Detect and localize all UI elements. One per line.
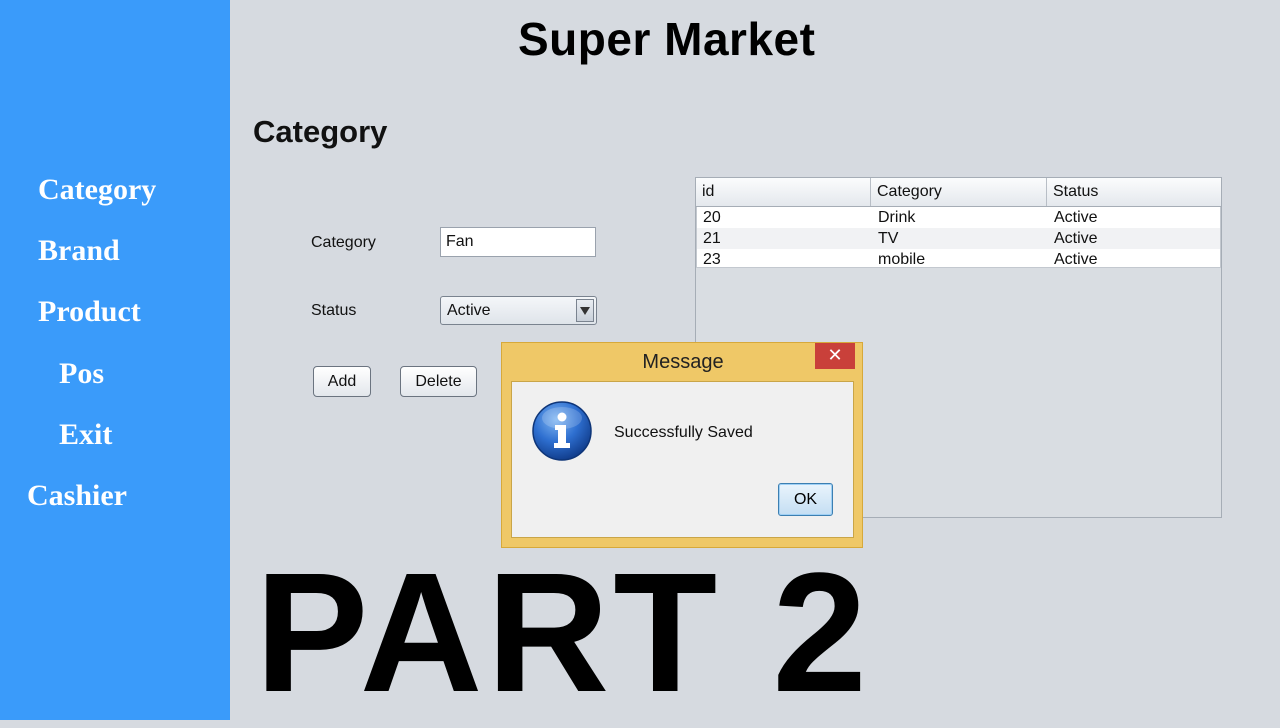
cell-status: Active <box>1054 251 1098 268</box>
cell-id: 23 <box>703 251 721 268</box>
status-select[interactable]: Active <box>440 296 597 325</box>
cell-status: Active <box>1054 230 1098 247</box>
dialog-message: Successfully Saved <box>614 424 753 441</box>
info-icon <box>532 401 592 461</box>
status-select-value: Active <box>447 302 491 319</box>
cell-id: 20 <box>703 209 721 226</box>
app-title: Super Market <box>518 13 816 65</box>
ok-button[interactable]: OK <box>778 483 833 516</box>
column-header-category[interactable]: Category <box>871 178 1047 206</box>
category-input[interactable] <box>440 227 596 257</box>
chevron-down-icon[interactable] <box>576 299 594 322</box>
page-title: Category <box>253 114 388 149</box>
cell-category: TV <box>878 230 899 247</box>
sidebar-item-product[interactable]: Product <box>38 294 141 330</box>
sidebar-item-category[interactable]: Category <box>38 172 156 208</box>
add-button[interactable]: Add <box>313 366 371 397</box>
dialog-title: Message <box>642 351 724 373</box>
sidebar-item-exit[interactable]: Exit <box>59 417 112 453</box>
status-label: Status <box>311 302 357 319</box>
table-header: id Category Status <box>696 178 1221 207</box>
column-header-id[interactable]: id <box>696 178 871 206</box>
cell-status: Active <box>1054 209 1098 226</box>
category-label: Category <box>311 234 376 251</box>
close-icon[interactable]: ✕ <box>815 343 855 369</box>
dialog-body: Successfully Saved OK <box>511 381 854 538</box>
table-row[interactable]: 21 TV Active <box>697 228 1220 249</box>
sidebar: Category Brand Product Pos Exit Cashier <box>0 0 230 720</box>
delete-button[interactable]: Delete <box>400 366 477 397</box>
table-body: 20 Drink Active 21 TV Active 23 mobile A… <box>696 207 1221 268</box>
table-row[interactable]: 20 Drink Active <box>697 207 1220 228</box>
part-caption: PART 2 <box>255 538 871 728</box>
cell-category: mobile <box>878 251 926 268</box>
column-header-status[interactable]: Status <box>1047 178 1221 206</box>
table-row[interactable]: 23 mobile Active <box>697 249 1220 270</box>
cell-category: Drink <box>878 209 916 226</box>
sidebar-item-brand[interactable]: Brand <box>38 233 120 269</box>
message-dialog[interactable]: Message ✕ Successfully Saved OK <box>501 342 863 548</box>
cell-id: 21 <box>703 230 721 247</box>
sidebar-item-cashier[interactable]: Cashier <box>27 478 127 514</box>
sidebar-item-pos[interactable]: Pos <box>59 356 104 392</box>
